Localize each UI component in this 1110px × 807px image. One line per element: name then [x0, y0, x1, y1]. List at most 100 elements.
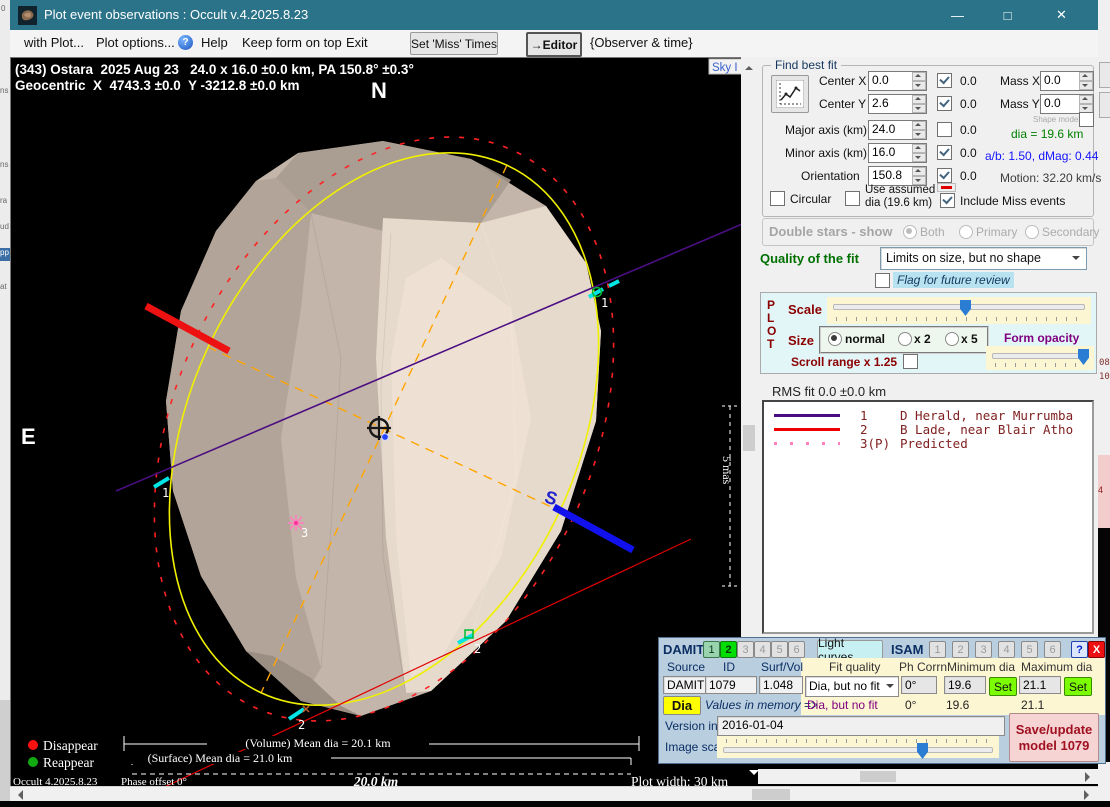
- scroll-left-icon[interactable]: [13, 790, 23, 800]
- damit-tab-6[interactable]: 6: [788, 641, 805, 658]
- damit-tab-1[interactable]: 1: [703, 641, 720, 658]
- isam-title: ISAM: [891, 642, 924, 657]
- size-label: Size: [788, 333, 814, 348]
- orientation-label: Orientation: [801, 169, 860, 183]
- use-assumed-dia-checkbox[interactable]: [845, 191, 860, 206]
- scroll-right-icon[interactable]: [1085, 772, 1095, 782]
- ph-corr-value[interactable]: 0°: [901, 676, 937, 694]
- damit-tab-4[interactable]: 4: [754, 641, 771, 658]
- minor-axis-checkbox[interactable]: [937, 145, 952, 160]
- scrollbar-thumb[interactable]: [752, 789, 790, 800]
- plot-vertical-scrollbar[interactable]: [741, 57, 757, 637]
- surfvol-value: 1.048: [759, 676, 803, 694]
- sky-link[interactable]: Sky I: [709, 59, 742, 74]
- size-x5-radio[interactable]: [945, 332, 959, 346]
- circular-label: Circular: [790, 192, 831, 206]
- isam-tab-5[interactable]: 5: [1021, 641, 1038, 658]
- damit-help-button[interactable]: ?: [1071, 641, 1088, 658]
- orientation-spinner[interactable]: 150.8: [868, 166, 927, 186]
- isam-tab-3[interactable]: 3: [975, 641, 992, 658]
- id-value[interactable]: 1079: [705, 676, 757, 694]
- center-x-spinner[interactable]: 0.0: [868, 71, 927, 91]
- center-x-checkbox[interactable]: [937, 73, 952, 88]
- maximize-icon: □: [1004, 8, 1012, 23]
- observer-row[interactable]: 3(P) Predicted: [764, 436, 1092, 450]
- light-curves-button[interactable]: Light curves: [817, 640, 883, 659]
- center-y-spinner[interactable]: 2.6: [868, 94, 927, 114]
- minimize-button[interactable]: —: [935, 0, 980, 30]
- observer-list[interactable]: 1 D Herald, near Murrumba 2 B Lade, near…: [762, 400, 1094, 634]
- damit-tab-5[interactable]: 5: [771, 641, 788, 658]
- inner-horizontal-scrollbar[interactable]: [758, 769, 1098, 784]
- flag-review-checkbox[interactable]: [875, 273, 890, 288]
- circular-checkbox[interactable]: [770, 191, 785, 206]
- occultation-plot: 1 1 2 2: [11, 58, 742, 786]
- mass-y-spinner[interactable]: 0.0: [1040, 94, 1094, 114]
- fit-quality-select[interactable]: Dia, but no fit: [805, 676, 899, 697]
- size-x2-radio[interactable]: [898, 332, 912, 346]
- max-dia-value[interactable]: 21.1: [1019, 676, 1061, 694]
- orientation-checkbox[interactable]: [937, 168, 952, 183]
- editor-button[interactable]: →Editor: [526, 32, 582, 57]
- menu-help[interactable]: Help: [195, 31, 234, 54]
- damit-title: DAMIT: [663, 642, 704, 657]
- isam-tab-4[interactable]: 4: [998, 641, 1015, 658]
- min-dia-value[interactable]: 19.6: [944, 676, 986, 694]
- run-fit-button[interactable]: [771, 75, 809, 113]
- chord2-swatch: [774, 428, 840, 431]
- size-normal-radio[interactable]: [828, 332, 842, 346]
- mass-x-spinner[interactable]: 0.0: [1040, 71, 1094, 91]
- occult-version-label: Occult 4.2025.8.23: [13, 776, 98, 786]
- memory-fit-quality: Dia, but no fit: [807, 698, 878, 712]
- help-icon: ?: [178, 35, 193, 50]
- menu-plot-options[interactable]: Plot options...: [90, 31, 181, 54]
- isam-tab-6[interactable]: 6: [1044, 641, 1061, 658]
- window-titlebar[interactable]: Plot event observations : Occult v.4.202…: [10, 0, 1098, 30]
- major-axis-checkbox[interactable]: [937, 122, 952, 137]
- double-both-radio[interactable]: [903, 225, 917, 239]
- shape-model-checkbox[interactable]: [1079, 112, 1094, 127]
- rms-fit-label: RMS fit 0.0 ±0.0 km: [772, 384, 886, 399]
- disappear-label: Disappear: [43, 738, 98, 753]
- double-secondary-radio[interactable]: [1025, 225, 1039, 239]
- scroll-right-icon[interactable]: [1084, 790, 1094, 800]
- plot-scale-slider[interactable]: [827, 297, 1091, 324]
- plot-horizontal-scrollbar[interactable]: [10, 786, 1098, 802]
- image-scale-slider[interactable]: [717, 736, 999, 758]
- plot-area[interactable]: 1 1 2 2: [10, 57, 742, 786]
- dia-button[interactable]: Dia: [663, 696, 701, 715]
- scroll-range-checkbox[interactable]: [903, 354, 918, 369]
- set-min-button[interactable]: Set: [989, 677, 1017, 696]
- observer-row[interactable]: 2 B Lade, near Blair Atho: [764, 422, 1092, 436]
- version-info-field[interactable]: 2016-01-04: [717, 716, 1005, 736]
- minor-axis-step: 0.0: [960, 146, 977, 160]
- damit-tab-3[interactable]: 3: [737, 641, 754, 658]
- menu-keep-on-top[interactable]: Keep form on top: [236, 31, 348, 54]
- isam-tab-2[interactable]: 2: [952, 641, 969, 658]
- size-normal-label: normal: [845, 332, 885, 346]
- plot-vertical-label: PLOT: [767, 299, 776, 351]
- minor-axis-spinner[interactable]: 16.0: [868, 143, 927, 163]
- double-primary-radio[interactable]: [959, 225, 973, 239]
- scrollbar-thumb[interactable]: [743, 425, 755, 451]
- size-x5-label: x 5: [961, 332, 978, 346]
- menu-with-plot[interactable]: with Plot...: [18, 31, 90, 54]
- memory-max: 21.1: [1021, 698, 1044, 712]
- form-opacity-slider[interactable]: [986, 346, 1094, 370]
- isam-tab-1[interactable]: 1: [929, 641, 946, 658]
- major-axis-spinner[interactable]: 24.0: [868, 120, 927, 140]
- use-assumed-line2: dia (19.6 km): [865, 197, 932, 209]
- quality-select[interactable]: Limits on size, but no shape: [880, 247, 1087, 270]
- damit-close-button[interactable]: X: [1088, 641, 1105, 658]
- observer-row[interactable]: 1 D Herald, near Murrumba: [764, 408, 1092, 422]
- menu-exit[interactable]: Exit: [340, 31, 374, 54]
- set-miss-times-button[interactable]: Set 'Miss' Times: [410, 32, 498, 55]
- center-y-checkbox[interactable]: [937, 96, 952, 111]
- set-max-button[interactable]: Set: [1064, 677, 1092, 696]
- maximize-button[interactable]: □: [985, 0, 1030, 30]
- scroll-up-icon[interactable]: [745, 62, 753, 70]
- close-button[interactable]: ✕: [1039, 0, 1084, 30]
- save-update-model-button[interactable]: Save/update model 1079: [1009, 713, 1099, 762]
- include-miss-checkbox[interactable]: [940, 193, 955, 208]
- damit-tab-2[interactable]: 2: [720, 641, 737, 658]
